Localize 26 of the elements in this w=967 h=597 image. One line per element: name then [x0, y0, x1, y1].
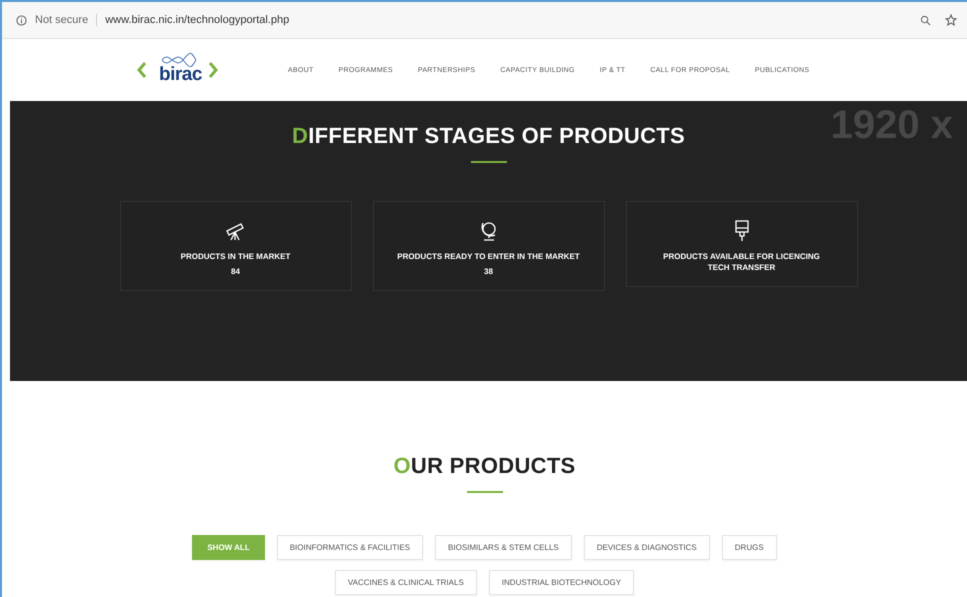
address-field[interactable]: www.birac.nic.in/technologyportal.php [105, 14, 912, 26]
dna-icon [161, 53, 197, 67]
filter-button[interactable]: DRUGS [722, 535, 777, 560]
section-title: OUR PRODUCTS [393, 453, 576, 479]
info-icon[interactable] [16, 14, 27, 26]
card-count: 84 [231, 267, 240, 276]
security-label: Not secure [35, 14, 98, 26]
chevron-left-icon [137, 61, 147, 79]
card-count: 38 [484, 267, 493, 276]
filter-button[interactable]: DEVICES & DIAGNOSTICS [584, 535, 710, 560]
card-title: PRODUCTS READY TO ENTER IN THE MARKET [397, 252, 580, 262]
section-title: DIFFERENT STAGES OF PRODUCTS [292, 123, 686, 149]
card-title: PRODUCTS AVAILABLE FOR LICENCING [663, 252, 820, 262]
filter-button[interactable]: BIOSIMILARS & STEM CELLS [435, 535, 572, 560]
card-title: PRODUCTS IN THE MARKET [180, 252, 290, 262]
filter-button[interactable]: VACCINES & CLINICAL TRIALS [334, 570, 477, 595]
logo-text[interactable]: birac [159, 64, 202, 86]
zoom-icon[interactable] [920, 14, 931, 26]
star-icon[interactable] [945, 14, 957, 26]
telescope-icon [224, 220, 246, 242]
paintbrush-icon [734, 220, 750, 242]
globe-icon [478, 220, 498, 242]
chevron-right-icon [208, 61, 218, 79]
card-subtitle: TECH TRANSFER [708, 263, 776, 272]
filter-button[interactable]: INDUSTRIAL BIOTECHNOLOGY [488, 570, 634, 595]
filter-button[interactable]: BIOINFORMATICS & FACILITIES [276, 535, 424, 560]
